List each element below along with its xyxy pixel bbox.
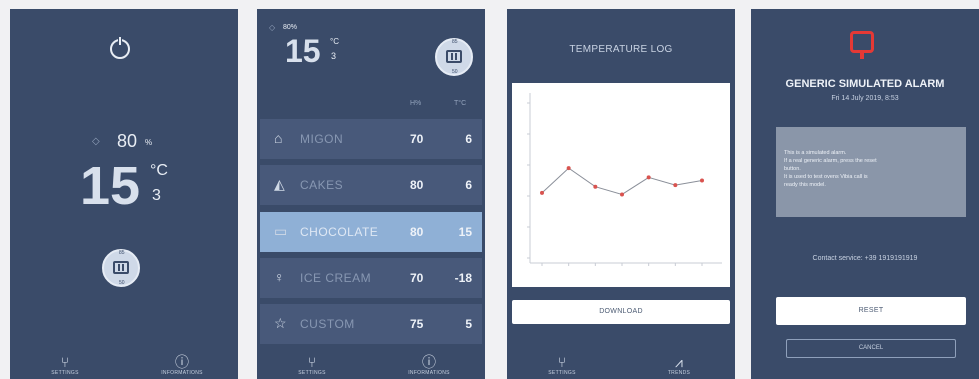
data-point xyxy=(620,192,624,197)
droplet-icon: ◇ xyxy=(269,23,276,32)
temperature-unit: °C xyxy=(330,37,339,46)
fork-knife-icon: ⑂ xyxy=(307,354,317,370)
fan-icon[interactable]: 85 50 xyxy=(102,249,140,287)
temperature-chart-svg xyxy=(527,93,722,266)
nav-settings[interactable]: ⑂ SETTINGS xyxy=(25,354,105,376)
nav-settings[interactable]: ⑂ SETTINGS xyxy=(272,354,352,376)
data-point xyxy=(593,184,598,189)
temperature-chart xyxy=(512,83,730,287)
recipe-row-custom[interactable]: ☆ CUSTOM 75 5 xyxy=(260,304,482,344)
alarm-message-box: This is a simulated alarm. If a real gen… xyxy=(776,127,966,217)
alarm-message-line: This is a simulated alarm. xyxy=(784,150,847,156)
recipe-row-cakes[interactable]: ◭ CAKES 80 6 xyxy=(260,165,482,205)
temperature-setpoint: 3 xyxy=(331,51,337,61)
nav-trends[interactable]: ⩘ TRENDS xyxy=(639,354,719,376)
droplet-icon: ◇ xyxy=(92,136,100,147)
nav-informations[interactable]: ⓘ INFORMATIONS xyxy=(389,354,469,376)
alarm-message-line: ready this model. xyxy=(784,182,826,188)
alarm-icon xyxy=(850,31,874,59)
page-title: TEMPERATURE LOG xyxy=(569,44,673,55)
recipes-screen: ◇ 80% 15 °C 3 85 50 H% T°C ⌂ MIGON 70 6 … xyxy=(257,9,485,379)
recipe-row-migon[interactable]: ⌂ MIGON 70 6 xyxy=(260,119,482,159)
cake-icon: ◭ xyxy=(274,176,285,192)
temperature-main: 15 xyxy=(80,156,141,216)
ice-cream-icon: ♀ xyxy=(274,269,285,285)
recipe-row-chocolate[interactable]: ▭ CHOCOLATE 80 15 xyxy=(260,212,482,252)
data-point xyxy=(540,190,544,195)
alarm-message-line: It is used to test ovens Vibia call is xyxy=(784,174,868,180)
download-button[interactable]: DOWNLOAD xyxy=(512,300,730,324)
data-point xyxy=(566,166,571,171)
temperature-setpoint: 3 xyxy=(152,187,161,204)
humidity-value: 80 xyxy=(117,131,138,151)
temperature-unit: °C xyxy=(150,162,168,179)
alarm-message-line: button. xyxy=(784,166,801,172)
series-line xyxy=(541,167,703,195)
temperature-column-header: T°C xyxy=(454,100,467,107)
alarm-message-line: If a real generic alarm, press the reset xyxy=(784,158,877,164)
chart-icon: ⩘ xyxy=(675,354,683,370)
humidity-label: 80% xyxy=(283,24,298,31)
contact-text: Contact service: +39 1919191919 xyxy=(812,255,918,262)
home-screen: ◇ 80 % 15 °C 3 85 50 ⑂ SETTINGS ⓘ INFORM… xyxy=(10,9,238,379)
fan-icon[interactable]: 85 50 xyxy=(435,38,473,76)
nav-settings[interactable]: ⑂ SETTINGS xyxy=(522,354,602,376)
alarm-title: GENERIC SIMULATED ALARM xyxy=(785,78,945,90)
star-icon: ☆ xyxy=(274,315,287,331)
temperature-main: 15 xyxy=(285,33,321,69)
cupcake-icon: ⌂ xyxy=(274,130,283,146)
fork-knife-icon: ⑂ xyxy=(60,354,70,370)
nav-informations[interactable]: ⓘ INFORMATIONS xyxy=(142,354,222,376)
cancel-button[interactable]: CANCEL xyxy=(786,339,956,358)
temperature-log-screen: TEMPERATURE LOG DOWNLOAD ⑂ SETTINGS ⩘ TR… xyxy=(507,9,735,379)
alarm-date: Fri 14 July 2019, 8:53 xyxy=(831,95,899,102)
humidity-column-header: H% xyxy=(410,100,422,107)
alarm-screen: GENERIC SIMULATED ALARM Fri 14 July 2019… xyxy=(751,9,979,379)
fork-knife-icon: ⑂ xyxy=(557,354,567,370)
humidity-unit: % xyxy=(145,138,153,147)
power-icon[interactable] xyxy=(110,36,130,59)
bottom-nav: ⑂ SETTINGS ⩘ TRENDS xyxy=(507,343,735,379)
info-icon: ⓘ xyxy=(175,354,189,370)
data-point xyxy=(700,178,704,183)
info-icon: ⓘ xyxy=(422,354,436,370)
chocolate-icon: ▭ xyxy=(274,223,288,239)
recipe-row-ice-cream[interactable]: ♀ ICE CREAM 70 -18 xyxy=(260,258,482,298)
bottom-nav: ⑂ SETTINGS ⓘ INFORMATIONS xyxy=(257,343,485,379)
data-point xyxy=(646,175,651,180)
reset-button[interactable]: RESET xyxy=(776,297,966,325)
data-point xyxy=(673,183,678,188)
bottom-nav: ⑂ SETTINGS ⓘ INFORMATIONS xyxy=(10,343,238,379)
